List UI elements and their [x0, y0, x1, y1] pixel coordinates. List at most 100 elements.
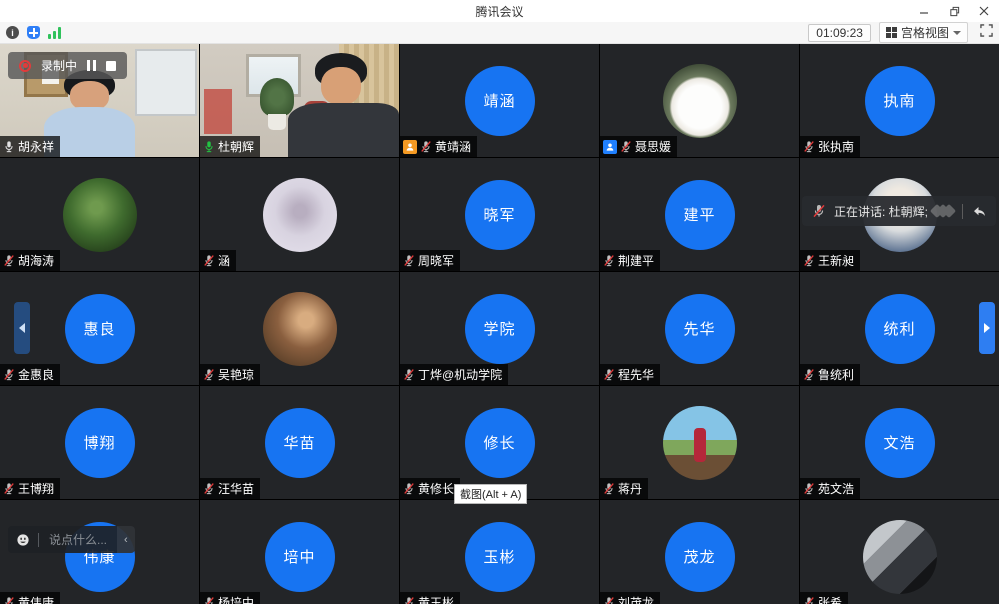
fullscreen-button[interactable]: [980, 24, 993, 42]
avatar-initials: 茂龙: [665, 522, 735, 592]
toast-divider: [962, 204, 963, 219]
participant-tile[interactable]: 建平荆建平: [600, 158, 799, 271]
maximize-button[interactable]: [939, 0, 969, 22]
participant-tile[interactable]: 张希: [800, 500, 999, 604]
participant-tile[interactable]: 先华程先华: [600, 272, 799, 385]
mic-muted-icon: [803, 368, 815, 381]
minimize-button[interactable]: [909, 0, 939, 22]
chatbar-collapse-button[interactable]: ‹: [117, 526, 135, 553]
participant-tile[interactable]: 胡海涛: [0, 158, 199, 271]
participant-name: 周晓军: [418, 252, 454, 269]
participant-tile[interactable]: 杜朝辉: [200, 44, 399, 157]
participant-name: 黄靖涵: [435, 138, 471, 155]
participant-tile[interactable]: 靖涵黄靖涵: [400, 44, 599, 157]
participant-name-label: 王新昶: [800, 250, 860, 271]
participant-name-label: 张执南: [800, 136, 860, 157]
mic-muted-icon: [203, 482, 215, 495]
restore-icon: [949, 6, 960, 17]
participant-name-label: 汪华苗: [200, 478, 260, 499]
participant-tile[interactable]: 培中杨培中: [200, 500, 399, 604]
grid-layout-icon: [886, 27, 897, 38]
title-bar: 腾讯会议: [0, 0, 999, 22]
mic-muted-icon: [803, 254, 815, 267]
participant-name: 刘茂龙: [618, 594, 654, 604]
participant-name: 聂思媛: [635, 138, 671, 155]
prev-page-button[interactable]: [14, 302, 30, 354]
participant-tile[interactable]: 玉彬黄玉彬: [400, 500, 599, 604]
participant-name-label: 黄玉彬: [400, 592, 460, 604]
participant-tile[interactable]: 聂思媛: [600, 44, 799, 157]
participant-tile[interactable]: 统利鲁统利: [800, 272, 999, 385]
emoji-button[interactable]: [8, 533, 38, 547]
mic-muted-icon: [603, 368, 615, 381]
meeting-timer: 01:09:23: [808, 24, 871, 42]
participant-tile[interactable]: 华苗汪华苗: [200, 386, 399, 499]
fullscreen-icon: [980, 24, 993, 37]
participant-tile[interactable]: 执南张执南: [800, 44, 999, 157]
info-icon[interactable]: i: [6, 26, 19, 39]
participant-name-label: 黄靖涵: [400, 136, 477, 157]
chat-input-placeholder[interactable]: 说点什么...: [39, 531, 117, 548]
window-controls: [909, 0, 999, 22]
participant-tile[interactable]: 晓军周晓军: [400, 158, 599, 271]
network-signal-icon[interactable]: [48, 27, 61, 39]
mic-muted-icon: [203, 254, 215, 267]
avatar-initials: 统利: [865, 294, 935, 364]
participant-name: 王新昶: [818, 252, 854, 269]
participant-tile[interactable]: 吴艳琼: [200, 272, 399, 385]
avatar-initials: 华苗: [265, 408, 335, 478]
next-page-button[interactable]: [979, 302, 995, 354]
participant-name: 杜朝辉: [218, 138, 254, 155]
avatar-initials: 执南: [865, 66, 935, 136]
participant-name: 胡海涛: [18, 252, 54, 269]
avatar-initials: 学院: [465, 294, 535, 364]
mic-muted-icon: [203, 596, 215, 604]
participant-name-label: 胡永祥: [0, 136, 60, 157]
recording-dot-icon: [19, 60, 31, 72]
avatar-photo: [263, 292, 337, 366]
avatar-photo: [663, 406, 737, 480]
pause-recording-button[interactable]: [87, 60, 96, 71]
view-mode-button[interactable]: 宫格视图: [879, 22, 968, 43]
close-icon: [979, 6, 989, 16]
participant-name-label: 金惠良: [0, 364, 60, 385]
window-title: 腾讯会议: [0, 3, 999, 20]
participant-tile[interactable]: 学院丁烨@机动学院: [400, 272, 599, 385]
participant-name-label: 黄修长: [400, 478, 460, 499]
participant-name-label: 杨培中: [200, 592, 260, 604]
participant-name-label: 胡海涛: [0, 250, 60, 271]
participant-name: 王博翔: [18, 480, 54, 497]
meeting-window: 腾讯会议 i 01:09:23 宫格视图: [0, 0, 999, 604]
stop-recording-button[interactable]: [106, 61, 116, 71]
reply-arrow-icon[interactable]: [971, 204, 986, 219]
recording-label: 录制中: [41, 57, 77, 74]
close-button[interactable]: [969, 0, 999, 22]
participant-name: 汪华苗: [218, 480, 254, 497]
participant-name-label: 涵: [200, 250, 236, 271]
avatar-initials: 靖涵: [465, 66, 535, 136]
orange-person-badge-icon: [403, 140, 417, 154]
mic-muted-icon: [403, 482, 415, 495]
participant-name: 杨培中: [218, 594, 254, 604]
toolbar-right: 01:09:23 宫格视图: [808, 22, 993, 43]
avatar-initials: 博翔: [65, 408, 135, 478]
security-shield-icon[interactable]: [27, 26, 40, 39]
participant-tile[interactable]: 蒋丹: [600, 386, 799, 499]
mic-muted-icon: [603, 482, 615, 495]
recording-widget: 录制中: [8, 52, 127, 79]
minimize-icon: [919, 6, 929, 16]
participant-tile[interactable]: 涵: [200, 158, 399, 271]
chevron-left-icon: [19, 323, 25, 333]
participant-tile[interactable]: 茂龙刘茂龙: [600, 500, 799, 604]
participant-tile[interactable]: 修长黄修长: [400, 386, 599, 499]
smiley-icon: [16, 533, 30, 547]
mic-muted-icon: [803, 482, 815, 495]
participant-tile[interactable]: 文浩苑文浩: [800, 386, 999, 499]
participant-name-label: 丁烨@机动学院: [400, 364, 508, 385]
avatar-initials: 文浩: [865, 408, 935, 478]
participant-name: 金惠良: [18, 366, 54, 383]
toolbar-left: i: [6, 26, 61, 39]
participant-name: 涵: [218, 252, 230, 269]
participant-tile[interactable]: 博翔王博翔: [0, 386, 199, 499]
avatar-photo: [663, 64, 737, 138]
